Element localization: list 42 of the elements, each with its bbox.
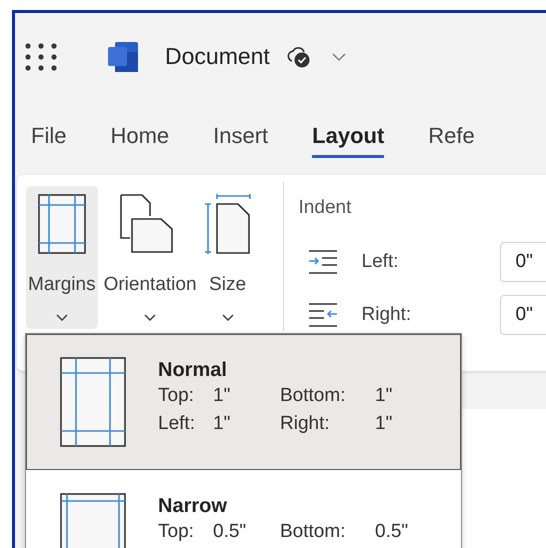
cloud-saved-icon (286, 44, 312, 68)
margin-option[interactable]: Narrow Top: 0.5" Bottom: 0.5" (26, 470, 461, 548)
page-size-icon (204, 194, 251, 254)
document-title[interactable]: Document (165, 43, 270, 70)
margin-label: Right: (280, 413, 331, 435)
chevron-down-icon (222, 314, 234, 321)
margin-label: Bottom: (280, 521, 346, 543)
indent-label: Right: (362, 304, 412, 326)
indent-label: Left: (362, 250, 400, 272)
ribbon-tab[interactable]: Insert (213, 116, 268, 158)
option-name: Normal (158, 359, 228, 382)
ribbon-button[interactable]: Size (202, 186, 253, 329)
app-launcher-icon[interactable] (25, 42, 57, 70)
margin-value: 1" (213, 385, 232, 407)
margin-label: Top: (158, 521, 195, 543)
indent-left-icon (308, 250, 338, 274)
margin-value: 1" (375, 413, 392, 435)
group-label: Indent (298, 197, 352, 219)
ribbon-tab[interactable]: File (31, 116, 66, 158)
ribbon-button[interactable]: Orientation (102, 186, 199, 329)
indent-input[interactable]: 0" (500, 242, 546, 282)
indent-right-icon (308, 302, 338, 326)
margin-label: Left: (158, 413, 196, 435)
margins-icon (38, 194, 86, 254)
margin-label: Top: (158, 385, 195, 407)
chevron-down-icon (56, 314, 68, 321)
ribbon-button[interactable]: Margins (26, 186, 98, 329)
margin-option[interactable]: Normal Top: 1" Bottom: 1" Left: 1" Right: 1" (26, 334, 461, 470)
word-logo-icon (107, 40, 139, 72)
ribbon-tab[interactable]: Home (110, 116, 170, 158)
chevron-down-icon (144, 314, 156, 321)
ribbon-tab[interactable]: Layout (312, 116, 384, 158)
margin-value: 0.5" (375, 521, 408, 543)
margin-preset-icon (60, 357, 126, 447)
indent-input[interactable]: 0" (500, 294, 546, 334)
margin-value: 1" (375, 385, 392, 407)
margin-value: 0.5" (213, 521, 248, 543)
chevron-down-icon[interactable] (332, 52, 346, 60)
margin-value: 1" (213, 413, 232, 435)
ribbon-tab[interactable]: Refe (428, 116, 475, 158)
option-name: Narrow (158, 495, 228, 518)
margin-label: Bottom: (280, 385, 346, 407)
